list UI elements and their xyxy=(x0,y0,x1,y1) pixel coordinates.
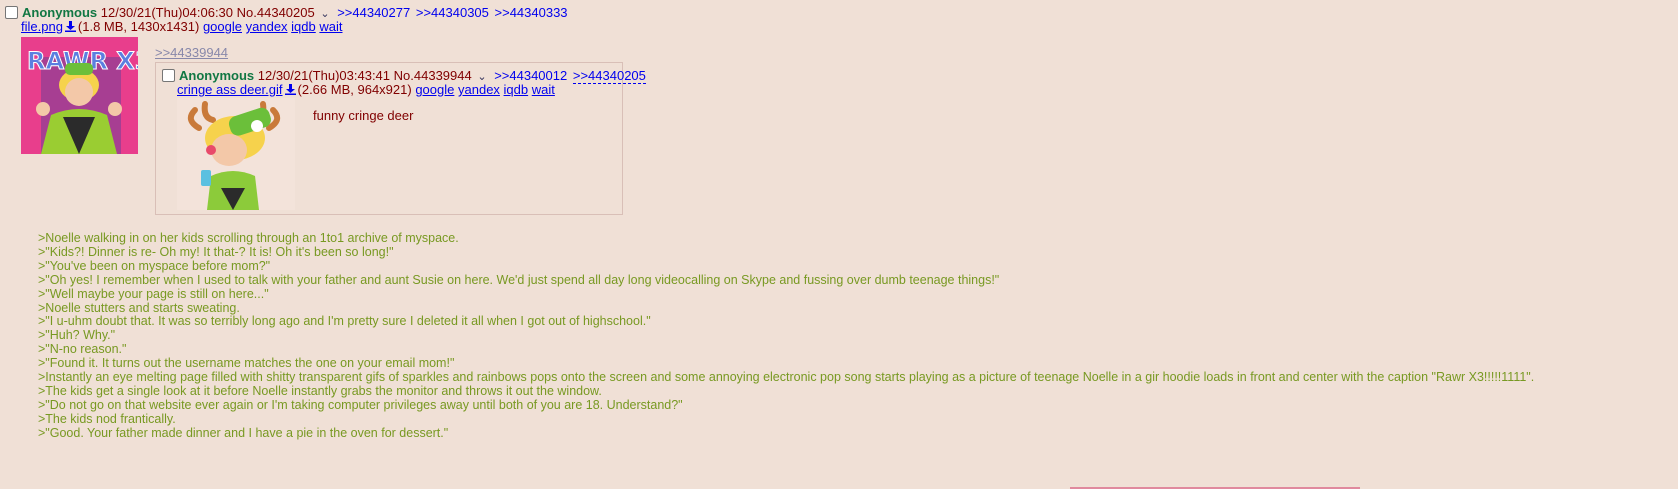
reply-link[interactable]: >>44340277 xyxy=(337,5,410,20)
inline-file-meta: (2.66 MB, 964x921) xyxy=(297,82,412,97)
backlink-quote[interactable]: >>44339944 xyxy=(155,45,228,60)
post-thumbnail[interactable]: RAWR X3 xyxy=(21,37,138,154)
inline-post-thumbnail[interactable] xyxy=(177,98,295,210)
greentext-line: >Instantly an eye melting page filled wi… xyxy=(38,370,1535,385)
download-icon[interactable] xyxy=(64,21,76,32)
post-message: >Noelle walking in on her kids scrolling… xyxy=(38,231,1535,441)
yandex-link[interactable]: yandex xyxy=(458,82,500,97)
google-link[interactable]: google xyxy=(415,82,454,97)
inline-post-checkbox[interactable] xyxy=(162,69,175,82)
file-meta: (1.8 MB, 1430x1431) xyxy=(77,19,200,34)
yandex-link[interactable]: yandex xyxy=(246,19,288,34)
file-info: file.png (1.8 MB, 1430x1431) google yande… xyxy=(21,19,343,35)
greentext-line: >"Good. Your father made dinner and I ha… xyxy=(38,425,449,440)
download-icon[interactable] xyxy=(284,84,296,95)
wait-link[interactable]: wait xyxy=(319,19,342,34)
greentext-line: >"Well maybe your page is still on here.… xyxy=(38,286,269,301)
wait-link[interactable]: wait xyxy=(532,82,555,97)
reply-link[interactable]: >>44340305 xyxy=(416,5,489,20)
iqdb-link[interactable]: iqdb xyxy=(291,19,316,34)
inline-reply-link[interactable]: >>44340012 xyxy=(494,68,567,83)
iqdb-link[interactable]: iqdb xyxy=(504,82,529,97)
inline-reply-link-current[interactable]: >>44340205 xyxy=(572,68,646,84)
greentext-line: >"You've been on myspace before mom?" xyxy=(38,258,271,273)
greentext-line: >The kids nod frantically. xyxy=(38,411,176,426)
poster-name: Anonymous xyxy=(22,5,98,20)
inline-file-info: cringe ass deer.gif (2.66 MB, 964x921) go… xyxy=(177,82,555,98)
inline-post-datetime: 12/30/21(Thu)03:43:41 xyxy=(257,68,391,83)
inline-file-link[interactable]: cringe ass deer.gif xyxy=(177,82,283,97)
reply-link[interactable]: >>44340333 xyxy=(495,5,568,20)
post-number[interactable]: No.44340205 xyxy=(237,5,315,20)
greentext-line: >Noelle stutters and starts sweating. xyxy=(38,300,240,315)
inline-poster-name: Anonymous xyxy=(179,68,255,83)
post-datetime: 12/30/21(Thu)04:06:30 xyxy=(100,5,234,20)
greentext-line: >"N-no reason." xyxy=(38,342,127,357)
greentext-line: >Noelle walking in on her kids scrolling… xyxy=(38,231,459,245)
greentext-line: >"Kids?! Dinner is re- Oh my! It that-? … xyxy=(38,244,394,259)
greentext-line: >"Oh yes! I remember when I used to talk… xyxy=(38,272,1000,287)
greentext-line: >The kids get a single look at it before… xyxy=(38,383,602,398)
greentext-line: >"Huh? Why." xyxy=(38,328,116,343)
inline-quoted-post: Anonymous 12/30/21(Thu)03:43:41 No.44339… xyxy=(155,62,646,215)
greentext-line: >"I u-uhm doubt that. It was so terribly… xyxy=(38,314,651,329)
file-link[interactable]: file.png xyxy=(21,19,63,34)
google-link[interactable]: google xyxy=(203,19,242,34)
inline-post-number[interactable]: No.44339944 xyxy=(394,68,472,83)
post-select-checkbox[interactable] xyxy=(5,6,18,19)
inline-post-body: funny cringe deer xyxy=(313,108,414,123)
next-post-border xyxy=(0,484,1678,489)
greentext-line: >"Found it. It turns out the username ma… xyxy=(38,356,455,371)
greentext-line: >"Do not go on that website ever again o… xyxy=(38,397,683,412)
